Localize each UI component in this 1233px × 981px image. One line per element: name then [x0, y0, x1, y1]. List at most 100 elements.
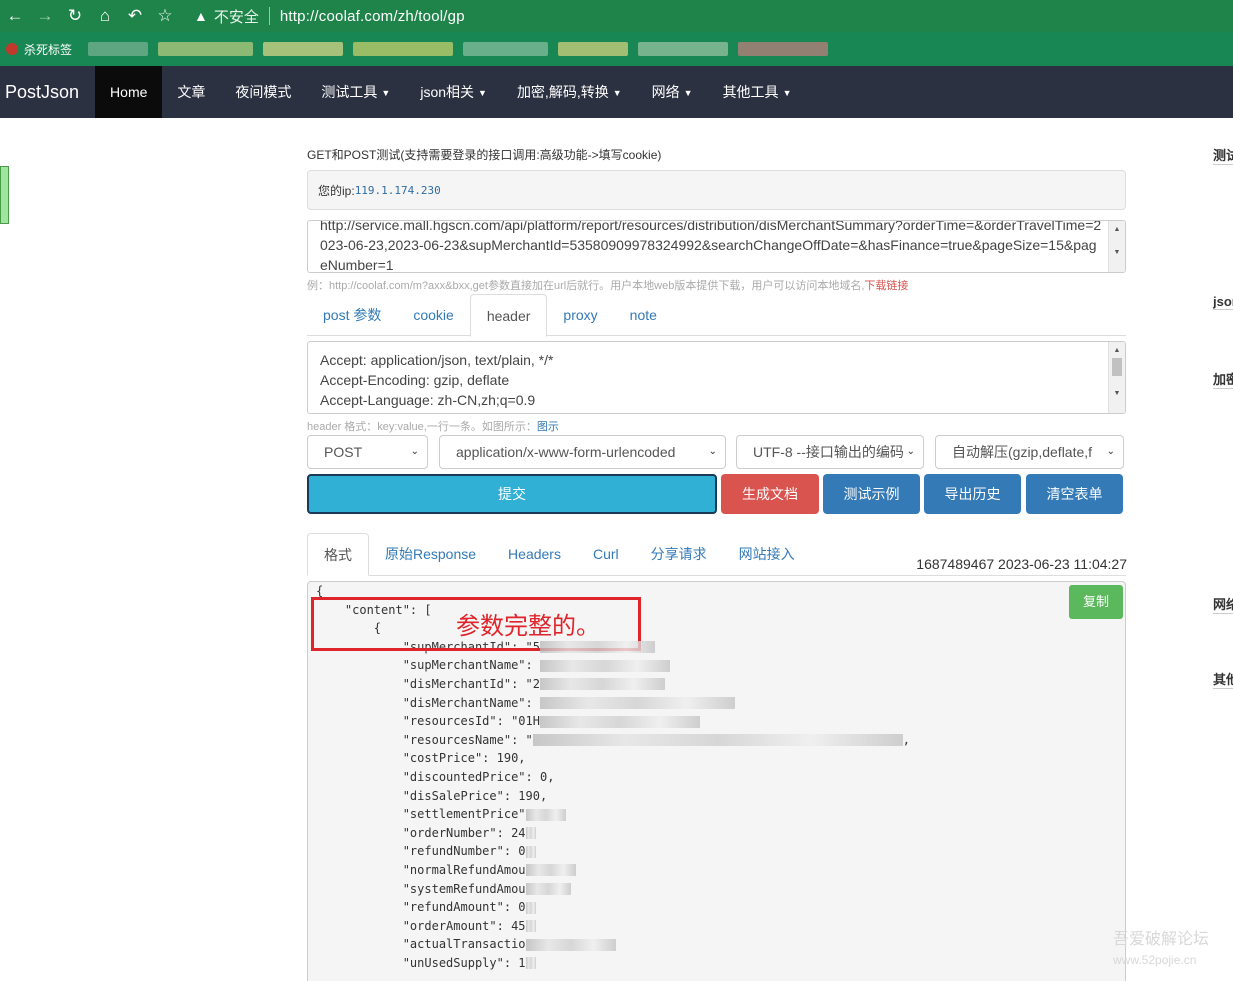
scroll-up-icon[interactable]: ▲ — [1109, 223, 1125, 237]
encoding-select[interactable]: UTF-8 --接口输出的编码 ⌄ — [736, 435, 924, 469]
nav-test-tools[interactable]: 测试工具 ▼ — [306, 66, 405, 118]
redacted-value — [539, 641, 655, 654]
chevron-down-icon: ⌄ — [708, 446, 717, 457]
nav-network[interactable]: 网络 ▼ — [637, 66, 708, 118]
back-arrow-icon[interactable]: ← — [0, 0, 30, 32]
side-widget[interactable] — [0, 166, 9, 224]
scroll-down-icon[interactable]: ▼ — [1109, 387, 1125, 401]
redacted-value — [539, 697, 735, 710]
reload-icon[interactable]: ↻ — [60, 0, 90, 32]
ip-label: 您的ip: — [318, 183, 355, 198]
redacted-value — [525, 808, 566, 821]
header-line: Accept-Encoding: gzip, deflate — [320, 372, 510, 388]
redacted-value — [525, 883, 571, 895]
json-line: "orderAmount": 45 — [316, 917, 1125, 936]
right-sidebar-label[interactable]: 加密 — [1213, 369, 1233, 389]
method-select[interactable]: POST ⌄ — [307, 435, 428, 469]
redacted-value — [525, 845, 536, 858]
download-link[interactable]: 下载链接 — [864, 280, 908, 292]
right-sidebar-label[interactable]: json — [1213, 294, 1233, 310]
forward-arrow-icon[interactable]: → — [30, 0, 60, 32]
json-line: "resourcesId": "01H — [316, 712, 1125, 731]
json-line: "disMerchantName": — [316, 694, 1125, 713]
json-line: "discountedPrice": 0, — [316, 769, 555, 784]
tab-format[interactable]: 格式 — [307, 533, 369, 576]
nav-articles[interactable]: 文章 — [162, 66, 220, 118]
watermark: 吾爱破解论坛 www.52pojie.cn — [1113, 931, 1210, 967]
header-example-link[interactable]: 图示 — [537, 421, 559, 433]
tab-share-request[interactable]: 分享请求 — [635, 533, 723, 575]
json-result-panel[interactable]: 复制 参数完整的。 { "content": [ { "supMerchantI… — [307, 581, 1126, 981]
content-type-select[interactable]: application/x-www-form-urlencoded ⌄ — [439, 435, 726, 469]
nav-home[interactable]: Home — [95, 66, 163, 118]
chevron-down-icon: ⌄ — [906, 446, 915, 457]
caret-down-icon: ▼ — [478, 88, 487, 99]
nav-other-tools[interactable]: 其他工具 ▼ — [708, 66, 807, 118]
scroll-down-icon[interactable]: ▼ — [1109, 246, 1125, 260]
json-line: "costPrice": 190, — [316, 751, 526, 766]
warning-icon: ▲ — [194, 8, 208, 24]
tab-curl[interactable]: Curl — [577, 533, 635, 575]
bookmark-favicon-icon — [6, 43, 18, 55]
blurred-bookmark[interactable] — [158, 42, 254, 56]
header-hint: header 格式：key:value,一行一条。如图所示：图示 — [307, 421, 559, 433]
request-options: POST ⌄ application/x-www-form-urlencoded ⌄… — [307, 435, 1126, 469]
header-scrollbar[interactable]: ▲ ▼ — [1108, 342, 1125, 413]
nav-encrypt[interactable]: 加密,解码,转换 ▼ — [502, 66, 637, 118]
tab-headers[interactable]: Headers — [492, 533, 577, 575]
json-line: "settlementPrice" — [316, 805, 1125, 824]
tab-cookie[interactable]: cookie — [397, 294, 469, 336]
redacted-value — [539, 659, 670, 672]
home-icon[interactable]: ⌂ — [90, 0, 120, 32]
url-input[interactable]: http://service.mall.hgscn.com/api/platfo… — [307, 220, 1126, 273]
blurred-bookmark[interactable] — [463, 42, 549, 56]
bookmark-item[interactable]: 杀死标签 — [6, 41, 72, 58]
insecure-label: 不安全 — [213, 8, 259, 26]
url-scrollbar[interactable]: ▲ ▼ — [1108, 221, 1125, 272]
chevron-down-icon: ⌄ — [410, 446, 419, 457]
undo-icon[interactable]: ↶ — [120, 0, 150, 32]
url-hint: 例：http://coolaf.com/m?axx&bxx,get参数直接加在u… — [307, 280, 909, 292]
blurred-bookmark[interactable] — [558, 42, 629, 56]
tab-post-params[interactable]: post 参数 — [307, 294, 397, 336]
copy-button[interactable]: 复制 — [1069, 585, 1123, 619]
request-tabs: post 参数 cookie header proxy note — [307, 294, 1126, 337]
right-sidebar-label[interactable]: 网络 — [1213, 594, 1233, 614]
json-line: "refundNumber": 0 — [316, 842, 1125, 861]
json-line: "disSalePrice": 190, — [316, 788, 548, 803]
star-icon[interactable]: ☆ — [150, 0, 180, 32]
blurred-bookmark[interactable] — [738, 42, 829, 56]
header-textarea[interactable]: Accept: application/json, text/plain, */… — [307, 341, 1126, 414]
blurred-bookmark[interactable] — [353, 42, 454, 56]
submit-button[interactable]: 提交 — [307, 474, 717, 514]
decompress-select[interactable]: 自动解压(gzip,deflate,f ⌄ — [935, 435, 1124, 469]
scroll-thumb[interactable] — [1112, 358, 1122, 376]
tab-site-integration[interactable]: 网站接入 — [723, 533, 811, 575]
address-bar[interactable]: ▲ 不安全 http://coolaf.com/zh/tool/gp — [194, 0, 465, 32]
redacted-value — [525, 827, 536, 840]
test-example-button[interactable]: 测试示例 — [823, 474, 920, 514]
nav-night-mode[interactable]: 夜间模式 — [220, 66, 306, 118]
response-timestamp: 1687489467 2023-06-23 11:04:27 — [916, 556, 1127, 572]
blurred-bookmark[interactable] — [263, 42, 344, 56]
export-history-button[interactable]: 导出历史 — [924, 474, 1021, 514]
nav-json[interactable]: json相关 ▼ — [405, 66, 502, 118]
blurred-bookmark[interactable] — [638, 42, 729, 56]
url-text[interactable]: http://coolaf.com/zh/tool/gp — [280, 8, 465, 25]
brand-logo[interactable]: PostJson — [0, 66, 95, 118]
right-sidebar-label[interactable]: 测试 — [1213, 145, 1233, 165]
json-line: "normalRefundAmou — [316, 861, 1125, 880]
scroll-up-icon[interactable]: ▲ — [1109, 344, 1125, 358]
tab-note[interactable]: note — [614, 294, 673, 336]
tab-header[interactable]: header — [469, 294, 548, 337]
json-line: "resourcesName": ", — [316, 732, 910, 747]
json-line: "supMerchantName": — [316, 656, 1125, 675]
redacted-value — [525, 901, 536, 914]
tab-raw-response[interactable]: 原始Response — [369, 533, 492, 575]
right-sidebar-label[interactable]: 其他 — [1213, 669, 1233, 689]
json-line: "unUsedSupply": 1 — [316, 954, 1125, 973]
generate-doc-button[interactable]: 生成文档 — [721, 474, 819, 514]
clear-form-button[interactable]: 清空表单 — [1026, 474, 1123, 514]
tab-proxy[interactable]: proxy — [547, 294, 613, 336]
blurred-bookmark[interactable] — [88, 42, 149, 56]
